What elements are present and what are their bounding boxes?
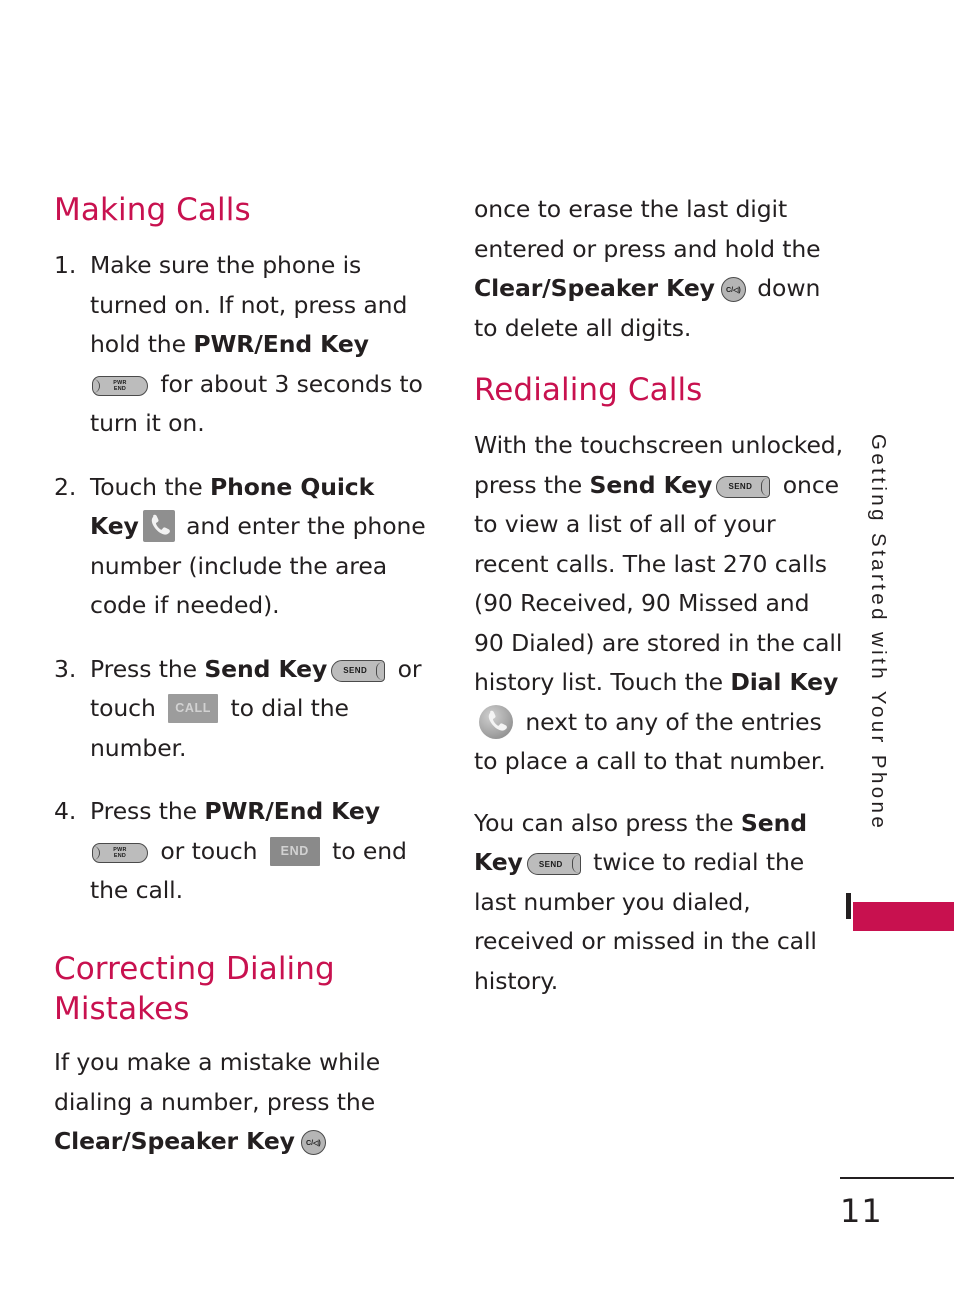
clear-speaker-key-icon: C/◁) [300, 1130, 326, 1156]
send-key-label: SEND [728, 482, 753, 492]
right-column: once to erase the last digit entered or … [474, 190, 846, 1023]
paragraph-text-part: If you make a mistake while dialing a nu… [54, 1048, 381, 1116]
list-item: 4. Press the PWR/End Key PWR END or touch E… [54, 792, 426, 911]
step-text-part: Touch the [90, 472, 210, 501]
chapter-thumb-tab [853, 902, 954, 931]
send-key-label: SEND [343, 666, 368, 676]
pwr-end-key-icon: PWR END [92, 842, 148, 863]
step-bold-term: PWR/End Key [204, 797, 380, 826]
paragraph-text-part: You can also press the [474, 808, 741, 837]
send-key-icon: SEND [331, 659, 386, 682]
footer-divider [840, 1177, 954, 1179]
clear-speaker-key-label: C/◁) [726, 284, 741, 294]
list-item: 3. Press the Send Key SEND or touch CALL t… [54, 650, 426, 769]
list-item: 1. Make sure the phone is turned on. If n… [54, 246, 426, 444]
heading-correcting-dialing-mistakes: Correcting Dialing Mistakes [54, 950, 335, 1028]
black-edge-marker [846, 893, 851, 919]
also-redial-paragraph: You can also press the Send Key SEND twic… [474, 804, 846, 1002]
heading-making-calls: Making Calls [54, 192, 251, 228]
step-text-part: Press the [90, 654, 205, 683]
send-key-icon: SEND [526, 853, 581, 876]
paragraph-bold-term: Send Key [589, 470, 713, 499]
manual-page: Making Calls 1. Make sure the phone is tu… [0, 0, 954, 1291]
page-number: 11 [840, 1192, 883, 1230]
clear-speaker-key-label: C/◁) [306, 1138, 321, 1148]
dial-key-icon [479, 704, 513, 739]
step-bold-term: PWR/End Key [193, 330, 369, 359]
step-number: 4. [54, 797, 77, 826]
paragraph-text-part: twice to redial the last number you dial… [474, 848, 817, 995]
continued-paragraph: once to erase the last digit entered or … [474, 190, 846, 348]
phone-quick-key-icon [142, 510, 175, 543]
side-tab-label: Getting Started with Your Phone [867, 434, 890, 832]
end-softkey-icon: END [269, 836, 320, 866]
clear-speaker-key-icon: C/◁) [720, 277, 746, 302]
paragraph-bold-term: Clear/Speaker Key [54, 1127, 295, 1156]
step-number: 1. [54, 251, 77, 280]
call-softkey-label: CALL [175, 701, 212, 716]
heading-redialing-calls: Redialing Calls [474, 372, 703, 408]
redialing-paragraph: With the touchscreen unlocked, press the… [474, 426, 846, 782]
step-text-part: Press the [90, 797, 205, 826]
step-bold-term: Send Key [204, 654, 328, 683]
side-tab: Getting Started with Your Phone [866, 434, 896, 904]
making-calls-steps: 1. Make sure the phone is turned on. If n… [54, 246, 426, 911]
paragraph-bold-term: Dial Key [730, 668, 839, 697]
correcting-paragraph: If you make a mistake while dialing a nu… [54, 1043, 426, 1162]
end-softkey-label: END [280, 843, 309, 858]
pwr-end-key-icon: PWR END [92, 375, 148, 396]
list-item: 2. Touch the Phone Quick Key and enter th… [54, 468, 426, 626]
step-text-part: and enter the phone number (include the … [90, 512, 426, 620]
left-column: Making Calls 1. Make sure the phone is tu… [54, 190, 426, 1184]
call-softkey-icon: CALL [168, 694, 219, 724]
pwr-label-bottom: END [113, 385, 127, 392]
send-key-icon: SEND [716, 475, 771, 498]
step-number: 3. [54, 654, 77, 683]
step-text-part: or touch [153, 836, 265, 865]
pwr-label-bottom: END [113, 852, 127, 859]
paragraph-bold-term: Clear/Speaker Key [474, 274, 715, 302]
send-key-label: SEND [538, 859, 563, 869]
step-number: 2. [54, 472, 77, 501]
paragraph-text-part: next to any of the entries to place a ca… [474, 707, 826, 776]
paragraph-text-part: once to view a list of all of your recen… [474, 470, 843, 697]
paragraph-text-part: once to erase the last digit entered or … [474, 195, 821, 263]
